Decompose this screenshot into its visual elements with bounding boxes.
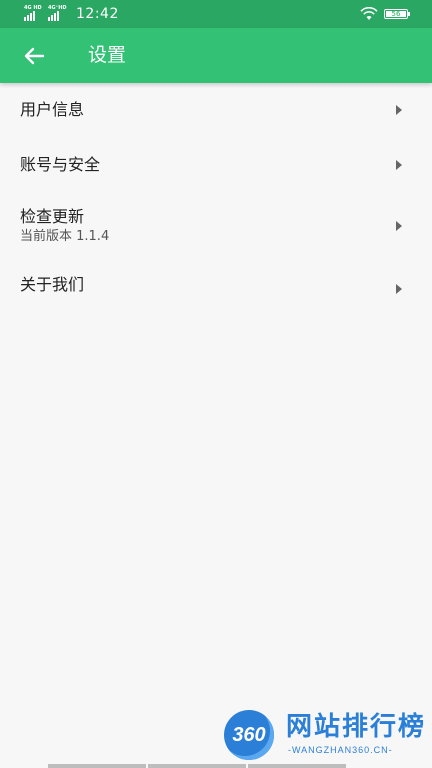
battery-level: 56	[391, 10, 401, 18]
settings-list: 用户信息 账号与安全 检查更新 当前版本 1.1.4 关于我们	[0, 83, 432, 319]
settings-item-about-us[interactable]: 关于我们	[0, 259, 432, 319]
wifi-icon	[360, 7, 378, 20]
signal-icon: 4G HD	[24, 5, 44, 22]
settings-item-check-update[interactable]: 检查更新 当前版本 1.1.4	[0, 193, 432, 259]
signal-icon-2: 4G⁺HD	[48, 5, 68, 22]
arrow-left-icon	[24, 47, 45, 65]
settings-item-label: 检查更新	[20, 207, 85, 226]
settings-item-label: 账号与安全	[20, 155, 101, 174]
status-bar: 4G HD 4G⁺HD 12:42 56	[0, 0, 432, 28]
current-version-text: 当前版本 1.1.4	[20, 229, 110, 244]
page-title: 设置	[88, 44, 127, 66]
back-button[interactable]	[12, 34, 56, 78]
chevron-right-icon	[396, 160, 402, 170]
battery-icon: 56	[384, 9, 410, 19]
settings-item-user-info[interactable]: 用户信息	[0, 83, 432, 137]
status-left: 4G HD 4G⁺HD 12:42	[24, 5, 119, 23]
settings-screen: 4G HD 4G⁺HD 12:42 56 设置 用户信息 账号与安全 检查更新 …	[0, 0, 432, 768]
status-right: 56	[360, 6, 410, 22]
watermark-number: 360	[232, 724, 266, 746]
chevron-right-icon	[396, 284, 402, 294]
settings-item-label: 关于我们	[20, 275, 85, 294]
nav-gesture-bar	[48, 764, 346, 768]
chevron-right-icon	[396, 105, 402, 115]
settings-item-label: 用户信息	[20, 100, 85, 119]
settings-item-account-security[interactable]: 账号与安全	[0, 137, 432, 193]
watermark-title: 网站排行榜	[286, 712, 427, 742]
app-toolbar: 设置	[0, 28, 432, 83]
watermark-circle-icon: 360	[224, 710, 274, 760]
watermark-logo: 360 网站排行榜 -WANGZHAN360.CN-	[220, 706, 432, 766]
watermark-subtitle: -WANGZHAN360.CN-	[288, 745, 393, 755]
status-time: 12:42	[76, 6, 119, 22]
chevron-right-icon	[396, 221, 402, 231]
